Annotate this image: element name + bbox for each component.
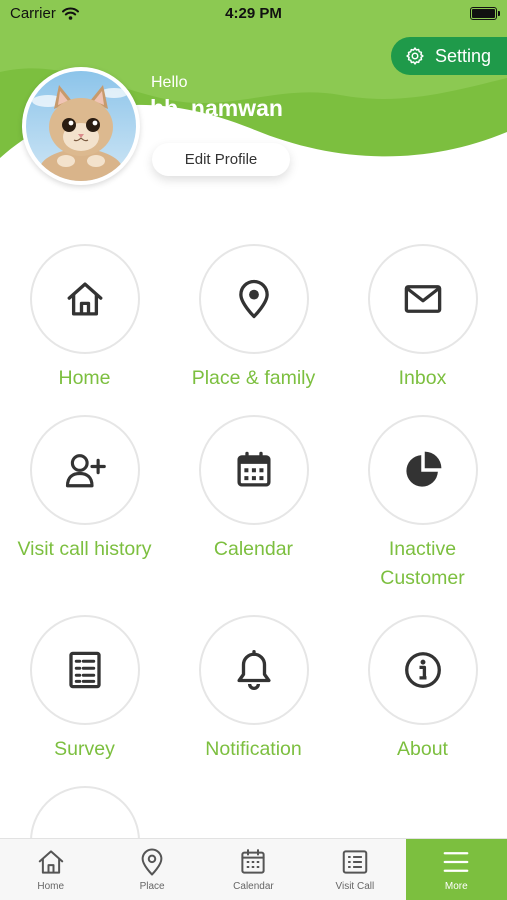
menu-label: Notification: [205, 738, 302, 760]
tab-more[interactable]: More: [405, 839, 507, 900]
menu-label: Survey: [54, 738, 115, 760]
menu-label: Calendar: [213, 538, 294, 560]
menu-inbox[interactable]: Inbox: [338, 244, 507, 393]
menu-label: Home: [58, 367, 111, 389]
tab-place[interactable]: Place: [101, 839, 202, 900]
menu-calendar[interactable]: Calendar: [169, 415, 338, 564]
menu-icon-circle: [367, 415, 478, 525]
menu-label: Place & family: [191, 367, 316, 389]
tab-calendar[interactable]: Calendar: [203, 839, 304, 900]
edit-profile-button[interactable]: Edit Profile: [152, 143, 290, 176]
tab-visit-call[interactable]: Visit Call: [304, 839, 405, 900]
menu-icon-circle: [29, 615, 140, 725]
calendar-icon: [241, 849, 266, 874]
battery-icon: [470, 7, 500, 20]
gear-icon: [406, 47, 424, 65]
status-bar: Carrier 4:29 PM: [0, 0, 507, 28]
tab-label: Home: [37, 881, 65, 892]
add-user-icon: [65, 454, 106, 488]
menu-about[interactable]: About: [338, 615, 507, 764]
avatar[interactable]: [22, 67, 140, 185]
menu-icon-circle: [367, 615, 478, 725]
info-icon: [404, 652, 441, 688]
home-icon: [67, 282, 102, 316]
menu-inactive-customer[interactable]: Inactive Customer: [338, 415, 507, 593]
username-text: bb_namwan: [150, 95, 283, 121]
menu-icon-circle: [29, 244, 140, 354]
menu-home[interactable]: Home: [0, 244, 169, 393]
status-time: 4:29 PM: [225, 5, 282, 22]
hamburger-icon: [443, 852, 469, 872]
pie-chart-icon: [405, 451, 441, 487]
menu-icon-circle: [198, 615, 309, 725]
profile-header: Carrier 4:29 PM Setting Hello bb_namwan …: [0, 0, 507, 215]
map-pin-icon: [141, 848, 163, 876]
list-icon: [342, 850, 368, 874]
calendar-icon: [236, 451, 271, 487]
menu-survey[interactable]: Survey: [0, 615, 169, 764]
cat-avatar-icon: [26, 71, 136, 181]
menu-label: Visit call history: [17, 538, 152, 560]
bell-icon: [236, 649, 271, 691]
bottom-tab-bar: Home Place Calendar Visit Call More: [0, 838, 507, 900]
setting-button[interactable]: Setting: [391, 37, 507, 75]
menu-visit-call-history[interactable]: Visit call history: [0, 415, 169, 564]
tab-label: Visit Call: [335, 881, 375, 892]
tab-label: Calendar: [233, 881, 274, 892]
menu-label: Inbox: [398, 367, 447, 389]
tab-label: Place: [139, 881, 165, 892]
menu-icon-circle: [29, 415, 140, 525]
setting-label: Setting: [435, 45, 492, 66]
map-pin-icon: [238, 279, 269, 319]
menu-place-family[interactable]: Place & family: [169, 244, 338, 393]
greeting-text: Hello: [151, 74, 188, 91]
checklist-icon: [68, 651, 101, 689]
tab-home[interactable]: Home: [0, 839, 101, 900]
tab-label: More: [444, 881, 468, 892]
envelope-icon: [404, 285, 441, 313]
home-icon: [38, 850, 63, 874]
menu-label: About: [397, 738, 448, 760]
menu-notification[interactable]: Notification: [169, 615, 338, 764]
menu-label: Inactive Customer: [380, 538, 465, 589]
menu-icon-circle: [198, 244, 309, 354]
menu-icon-circle: [367, 244, 478, 354]
menu-icon-circle: [198, 415, 309, 525]
